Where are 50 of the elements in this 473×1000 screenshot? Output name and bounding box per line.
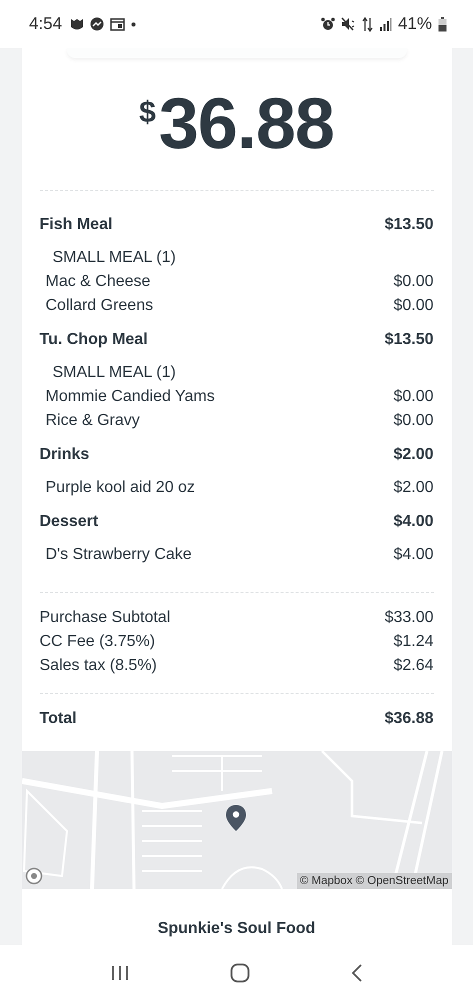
item-price: $2.00 — [393, 445, 434, 465]
option-price: $0.00 — [393, 411, 434, 431]
summary-label: Purchase Subtotal — [40, 608, 170, 628]
map-pin-icon — [224, 804, 246, 834]
summary-value: $1.24 — [393, 632, 434, 652]
option-name: Purple kool aid 20 oz — [46, 478, 195, 498]
option-price: $4.00 — [393, 545, 434, 565]
recent-apps-icon[interactable] — [110, 964, 128, 980]
chat-bubble-icon — [90, 17, 104, 31]
home-icon[interactable] — [230, 962, 250, 982]
summary-value: $33.00 — [384, 608, 434, 628]
option-name: D's Strawberry Cake — [46, 545, 192, 565]
back-icon[interactable] — [350, 964, 362, 982]
total-label: Total — [40, 709, 77, 729]
item-name: Tu. Chop Meal — [40, 330, 148, 350]
item-modifier: SMALL MEAL (1) — [52, 363, 176, 383]
battery-percent: 41% — [398, 14, 432, 34]
map-attribution: © Mapbox © OpenStreetMap — [296, 873, 452, 889]
currency-symbol: $ — [139, 96, 156, 130]
summary-value: $2.64 — [393, 656, 434, 676]
total-amount: 36.88 — [158, 88, 334, 160]
item-name: Fish Meal — [40, 215, 112, 235]
item-name: Drinks — [40, 445, 90, 465]
window-icon — [110, 18, 126, 30]
option-price: $0.00 — [393, 296, 434, 316]
restaurant-name: Spunkie's Soul Food — [156, 920, 316, 938]
data-arrows-icon — [362, 16, 373, 32]
shield-icon — [70, 17, 84, 31]
item-name: Dessert — [40, 512, 98, 532]
dot-icon — [131, 22, 136, 26]
battery-icon — [438, 16, 447, 32]
item-price: $13.50 — [384, 330, 434, 350]
summary-label: Sales tax (8.5%) — [40, 656, 157, 676]
logo-icon — [24, 867, 42, 885]
option-price: $0.00 — [393, 387, 434, 407]
signal-icon — [378, 18, 392, 30]
alarm-clock-icon — [320, 17, 335, 31]
option-name: Collard Greens — [46, 296, 154, 316]
option-name: Mac & Cheese — [46, 272, 150, 292]
option-price: $2.00 — [393, 478, 434, 498]
mute-icon — [340, 17, 356, 31]
option-name: Mommie Candied Yams — [46, 387, 215, 407]
status-time: 4:54 — [29, 14, 62, 34]
total-value: $36.88 — [384, 709, 434, 729]
option-price: $0.00 — [393, 272, 434, 292]
summary-label: CC Fee (3.75%) — [40, 632, 156, 652]
item-modifier: SMALL MEAL (1) — [52, 248, 176, 268]
item-price: $13.50 — [384, 215, 434, 235]
option-name: Rice & Gravy — [46, 411, 140, 431]
item-price: $4.00 — [393, 512, 434, 532]
